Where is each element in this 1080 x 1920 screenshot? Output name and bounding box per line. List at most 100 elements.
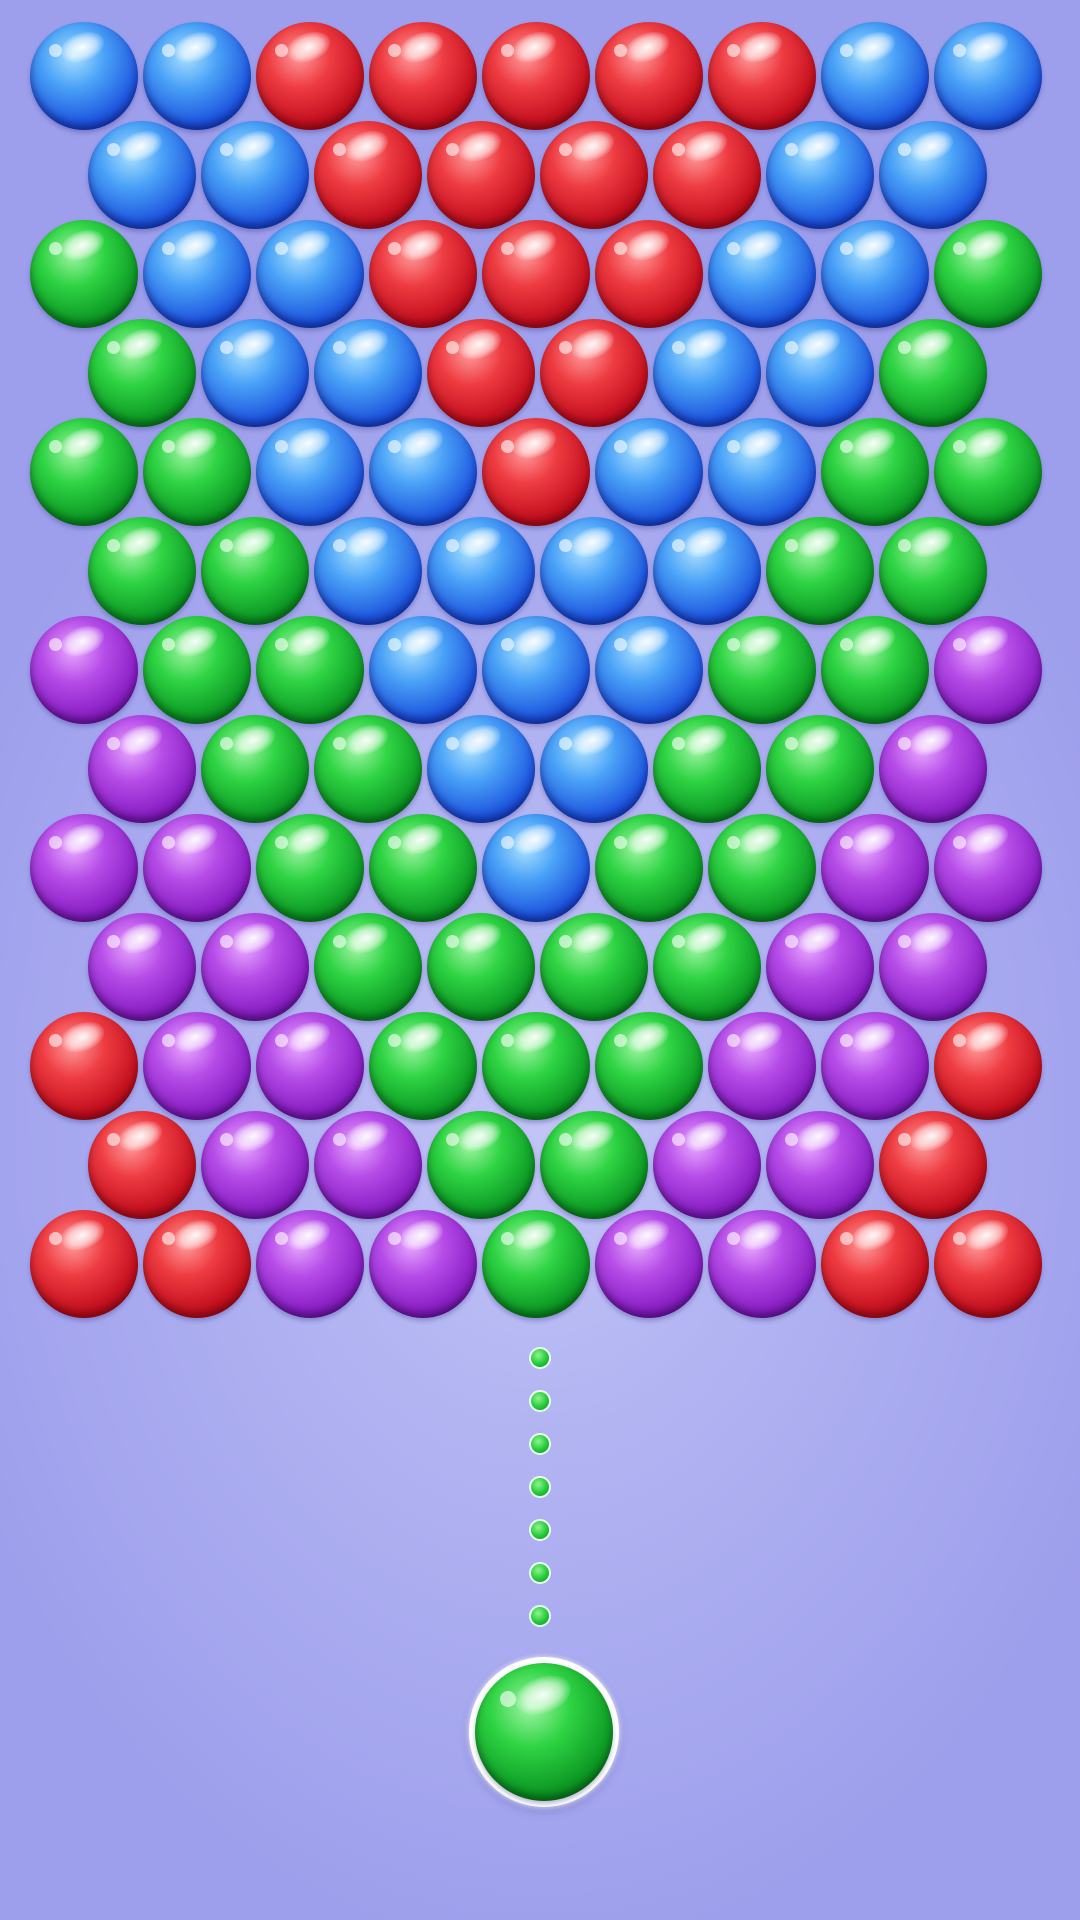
blue-bubble bbox=[595, 616, 703, 724]
shooter-bubble[interactable] bbox=[475, 1663, 613, 1801]
green-bubble bbox=[821, 418, 929, 526]
blue-bubble bbox=[821, 22, 929, 130]
blue-bubble bbox=[427, 517, 535, 625]
red-bubble bbox=[143, 1210, 251, 1318]
green-bubble bbox=[143, 616, 251, 724]
red-bubble bbox=[369, 22, 477, 130]
blue-bubble bbox=[88, 121, 196, 229]
green-bubble bbox=[201, 517, 309, 625]
green-bubble bbox=[88, 517, 196, 625]
purple-bubble bbox=[143, 1012, 251, 1120]
green-bubble bbox=[369, 814, 477, 922]
green-bubble bbox=[30, 418, 138, 526]
purple-bubble bbox=[314, 1111, 422, 1219]
blue-bubble bbox=[821, 220, 929, 328]
red-bubble bbox=[879, 1111, 987, 1219]
red-bubble bbox=[482, 22, 590, 130]
blue-bubble bbox=[201, 319, 309, 427]
red-bubble bbox=[821, 1210, 929, 1318]
purple-bubble bbox=[30, 616, 138, 724]
green-bubble bbox=[708, 616, 816, 724]
green-bubble bbox=[482, 1012, 590, 1120]
green-bubble bbox=[30, 220, 138, 328]
blue-bubble bbox=[143, 220, 251, 328]
green-bubble bbox=[934, 220, 1042, 328]
purple-bubble bbox=[88, 913, 196, 1021]
blue-bubble bbox=[256, 220, 364, 328]
purple-bubble bbox=[201, 1111, 309, 1219]
blue-bubble bbox=[482, 616, 590, 724]
red-bubble bbox=[314, 121, 422, 229]
purple-bubble bbox=[934, 616, 1042, 724]
red-bubble bbox=[482, 220, 590, 328]
green-bubble bbox=[595, 814, 703, 922]
blue-bubble bbox=[369, 418, 477, 526]
purple-bubble bbox=[595, 1210, 703, 1318]
red-bubble bbox=[595, 22, 703, 130]
blue-bubble bbox=[30, 22, 138, 130]
red-bubble bbox=[934, 1210, 1042, 1318]
green-bubble bbox=[766, 517, 874, 625]
purple-bubble bbox=[256, 1012, 364, 1120]
red-bubble bbox=[653, 121, 761, 229]
green-bubble bbox=[256, 814, 364, 922]
green-bubble bbox=[427, 1111, 535, 1219]
blue-bubble bbox=[482, 814, 590, 922]
red-bubble bbox=[482, 418, 590, 526]
red-bubble bbox=[30, 1012, 138, 1120]
purple-bubble bbox=[88, 715, 196, 823]
green-bubble bbox=[653, 913, 761, 1021]
green-bubble bbox=[482, 1210, 590, 1318]
purple-bubble bbox=[766, 913, 874, 1021]
red-bubble bbox=[256, 22, 364, 130]
blue-bubble bbox=[879, 121, 987, 229]
purple-bubble bbox=[879, 913, 987, 1021]
red-bubble bbox=[540, 319, 648, 427]
blue-bubble bbox=[314, 517, 422, 625]
purple-bubble bbox=[879, 715, 987, 823]
green-bubble bbox=[934, 418, 1042, 526]
green-bubble bbox=[708, 814, 816, 922]
blue-bubble bbox=[540, 715, 648, 823]
blue-bubble bbox=[201, 121, 309, 229]
blue-bubble bbox=[369, 616, 477, 724]
purple-bubble bbox=[256, 1210, 364, 1318]
green-bubble bbox=[427, 913, 535, 1021]
purple-bubble bbox=[369, 1210, 477, 1318]
green-bubble bbox=[879, 319, 987, 427]
blue-bubble bbox=[256, 418, 364, 526]
blue-bubble bbox=[708, 220, 816, 328]
green-bubble bbox=[540, 1111, 648, 1219]
green-bubble bbox=[88, 319, 196, 427]
purple-bubble bbox=[30, 814, 138, 922]
green-bubble bbox=[879, 517, 987, 625]
green-bubble bbox=[653, 715, 761, 823]
shooter-launcher[interactable] bbox=[469, 1657, 619, 1807]
red-bubble bbox=[369, 220, 477, 328]
green-bubble bbox=[595, 1012, 703, 1120]
blue-bubble bbox=[653, 319, 761, 427]
green-bubble bbox=[766, 715, 874, 823]
blue-bubble bbox=[595, 418, 703, 526]
purple-bubble bbox=[708, 1210, 816, 1318]
purple-bubble bbox=[766, 1111, 874, 1219]
red-bubble bbox=[595, 220, 703, 328]
purple-bubble bbox=[708, 1012, 816, 1120]
green-bubble bbox=[821, 616, 929, 724]
green-bubble bbox=[201, 715, 309, 823]
green-bubble bbox=[143, 418, 251, 526]
purple-bubble bbox=[653, 1111, 761, 1219]
green-bubble bbox=[314, 913, 422, 1021]
red-bubble bbox=[934, 1012, 1042, 1120]
bubble-board[interactable] bbox=[0, 0, 1080, 1920]
blue-bubble bbox=[708, 418, 816, 526]
red-bubble bbox=[540, 121, 648, 229]
blue-bubble bbox=[766, 319, 874, 427]
green-bubble bbox=[540, 913, 648, 1021]
blue-bubble bbox=[314, 319, 422, 427]
blue-bubble bbox=[540, 517, 648, 625]
blue-bubble bbox=[766, 121, 874, 229]
blue-bubble bbox=[934, 22, 1042, 130]
red-bubble bbox=[708, 22, 816, 130]
red-bubble bbox=[88, 1111, 196, 1219]
